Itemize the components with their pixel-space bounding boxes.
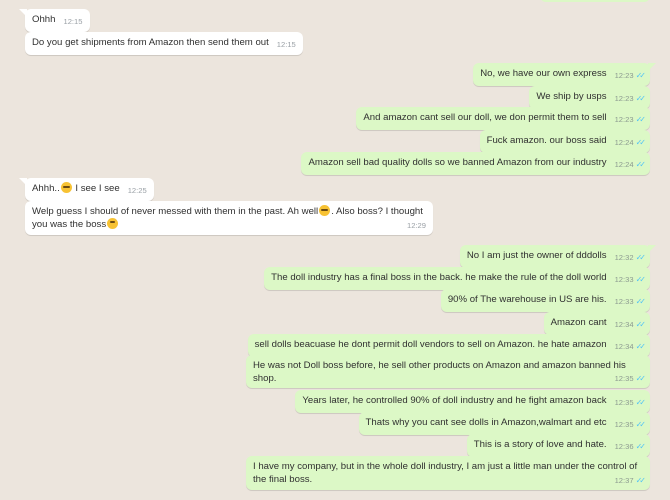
message-meta: 12:23 ✓✓ <box>614 113 647 126</box>
message-meta: 12:23 ✓✓ <box>614 92 647 105</box>
message-text: Amazon cant <box>550 317 607 328</box>
double-check-icon: ✓✓ <box>635 442 647 451</box>
message-time: 12:34 <box>614 342 634 351</box>
double-check-icon: ✓✓ <box>635 160 647 169</box>
double-check-icon: ✓✓ <box>635 253 647 262</box>
message-time: 12:29 <box>406 221 426 230</box>
message-incoming[interactable]: Ohhh 12:15 <box>19 9 90 32</box>
double-check-icon: ✓✓ <box>635 398 647 407</box>
message-text: The doll industry has a final boss in th… <box>271 272 607 283</box>
message-text: sell dolls beacuase he dont permit doll … <box>254 339 607 350</box>
double-check-icon: ✓✓ <box>635 138 647 147</box>
message-time: 12:23 <box>614 71 634 80</box>
message-time: 12:34 <box>614 320 634 329</box>
chat-window: Ohhh 12:15 Do you get shipments from Amaz… <box>0 0 670 500</box>
message-outgoing[interactable]: Fuck amazon. our boss said 12:24 ✓✓ <box>479 130 650 153</box>
message-meta: 12:24 ✓✓ <box>614 136 647 149</box>
message-outgoing[interactable]: 90% of The warehouse in US are his. 12:33… <box>440 289 650 312</box>
message-meta: 12:33 ✓✓ <box>614 295 647 308</box>
message-meta: 12:34 ✓✓ <box>614 318 647 331</box>
double-check-icon: ✓✓ <box>635 297 647 306</box>
message-outgoing[interactable]: No, we have our own express 12:23 ✓✓ <box>473 63 656 86</box>
message-meta: 12:32 ✓✓ <box>614 251 647 264</box>
message-time: 12:36 <box>614 442 634 451</box>
message-text: He was not Doll boss before, he sell oth… <box>253 360 626 384</box>
message-text: Ahhh.. <box>32 183 60 194</box>
message-outgoing[interactable]: And amazon cant sell our doll, we don pe… <box>356 107 650 130</box>
message-time: 12:15 <box>276 40 296 49</box>
message-meta: 12:35 ✓✓ <box>614 372 647 385</box>
message-outgoing[interactable]: He was not Doll boss before, he sell oth… <box>246 355 650 388</box>
message-meta: 12:36 ✓✓ <box>614 440 647 453</box>
message-text: We ship by usps <box>536 91 607 102</box>
thinking-emoji-icon <box>107 218 119 229</box>
message-meta: 12:34 ✓✓ <box>614 340 647 353</box>
message-incoming[interactable]: Welp guess I should of never messed with… <box>25 201 433 235</box>
message-meta: 12:35 ✓✓ <box>614 418 647 431</box>
message-text: This is a story of love and hate. <box>473 439 607 450</box>
message-text: Thats why you cant see dolls in Amazon,w… <box>365 417 607 428</box>
double-check-icon: ✓✓ <box>635 275 647 284</box>
message-meta: 12:24 ✓✓ <box>614 158 647 171</box>
previous-message-fragment <box>540 0 650 2</box>
message-incoming[interactable]: Ahhh.. I see I see 12:25 <box>19 178 154 201</box>
message-text: And amazon cant sell our doll, we don pe… <box>363 112 607 123</box>
message-time: 12:35 <box>614 420 634 429</box>
message-text: I have my company, but in the whole doll… <box>253 461 638 485</box>
message-text: No, we have our own express <box>480 68 607 79</box>
message-time: 12:35 <box>614 374 634 383</box>
message-outgoing[interactable]: I have my company, but in the whole doll… <box>246 456 650 490</box>
double-check-icon: ✓✓ <box>635 115 647 124</box>
message-text: Welp guess I should of never messed with… <box>32 206 319 217</box>
message-time: 12:24 <box>614 138 634 147</box>
message-time: 12:32 <box>614 253 634 262</box>
double-check-icon: ✓✓ <box>635 320 647 329</box>
message-text: Do you get shipments from Amazon then se… <box>32 37 269 48</box>
message-text: Amazon sell bad quality dolls so we bann… <box>308 157 607 168</box>
message-time: 12:23 <box>614 115 634 124</box>
message-outgoing[interactable]: No I am just the owner of dddolls 12:32 ✓✓ <box>459 245 657 268</box>
message-meta: 12:35 ✓✓ <box>614 396 647 409</box>
double-check-icon: ✓✓ <box>635 374 647 383</box>
message-incoming[interactable]: Do you get shipments from Amazon then se… <box>25 32 303 55</box>
grinning-emoji-icon <box>60 182 72 193</box>
message-meta: 12:33 ✓✓ <box>614 273 647 286</box>
message-time: 12:33 <box>614 275 634 284</box>
double-check-icon: ✓✓ <box>635 476 647 485</box>
message-meta: 12:23 ✓✓ <box>614 69 647 82</box>
message-text: Fuck amazon. our boss said <box>486 135 607 146</box>
message-time: 12:23 <box>614 94 634 103</box>
message-outgoing[interactable]: sell dolls beacuase he dont permit doll … <box>247 334 650 357</box>
double-check-icon: ✓✓ <box>635 71 647 80</box>
message-time: 12:37 <box>614 476 634 485</box>
double-check-icon: ✓✓ <box>635 420 647 429</box>
message-meta: 12:37 ✓✓ <box>614 474 647 487</box>
message-text: No I am just the owner of dddolls <box>466 250 607 261</box>
message-outgoing[interactable]: We ship by usps 12:23 ✓✓ <box>529 86 650 109</box>
message-text: Ohhh <box>32 14 56 25</box>
message-time: 12:35 <box>614 398 634 407</box>
message-outgoing[interactable]: Years later, he controlled 90% of doll i… <box>295 390 650 413</box>
message-outgoing[interactable]: Thats why you cant see dolls in Amazon,w… <box>358 412 650 435</box>
message-outgoing[interactable]: Amazon cant 12:34 ✓✓ <box>543 312 650 335</box>
double-check-icon: ✓✓ <box>635 94 647 103</box>
message-time: 12:15 <box>63 17 83 26</box>
message-text: 90% of The warehouse in US are his. <box>447 294 607 305</box>
message-text: I see I see <box>72 183 120 194</box>
double-check-icon: ✓✓ <box>635 342 647 351</box>
message-time: 12:33 <box>614 297 634 306</box>
message-time: 12:24 <box>614 160 634 169</box>
grinning-emoji-icon <box>319 205 331 216</box>
message-outgoing[interactable]: The doll industry has a final boss in th… <box>264 267 650 290</box>
message-time: 12:25 <box>127 186 147 195</box>
message-outgoing[interactable]: This is a story of love and hate. 12:36 ✓✓ <box>466 434 650 457</box>
message-text: Years later, he controlled 90% of doll i… <box>302 395 607 406</box>
message-outgoing[interactable]: Amazon sell bad quality dolls so we bann… <box>301 152 650 175</box>
